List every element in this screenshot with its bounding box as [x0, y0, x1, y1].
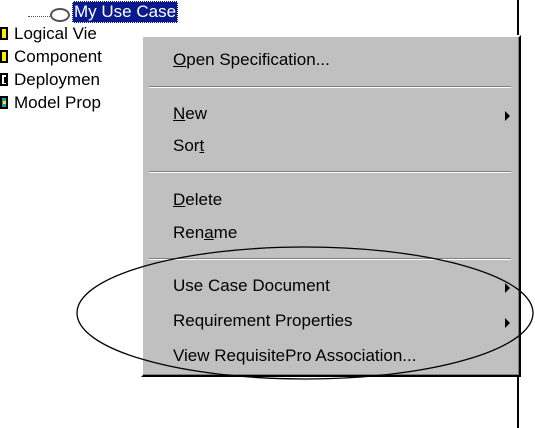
use-case-icon: [50, 8, 70, 22]
package-icon: [0, 50, 8, 63]
submenu-arrow-icon: [505, 111, 510, 121]
menu-item-label: View RequisitePro Association...: [173, 346, 417, 365]
tree-item-label: Logical Vie: [14, 24, 97, 43]
menu-item-label: Sor: [173, 136, 200, 155]
submenu-arrow-icon: [505, 283, 510, 293]
model-properties-icon: [0, 96, 8, 109]
menu-item-label: ew: [185, 104, 208, 123]
menu-item-label: Requirement Properties: [173, 311, 353, 330]
menu-separator: [149, 258, 511, 260]
menu-item-label: pen Specification...: [186, 50, 330, 69]
menu-item-new[interactable]: New: [173, 102, 207, 126]
menu-item-rename[interactable]: Rename: [173, 221, 237, 245]
menu-item-open-specification[interactable]: Open Specification...: [173, 48, 330, 72]
menu-separator: [149, 86, 511, 88]
tree-connector-line: [28, 16, 50, 17]
tree-item-label: Deploymen: [14, 70, 100, 89]
menu-item-label: Use Case Document: [173, 276, 330, 295]
tree-item-label: Component: [14, 47, 102, 66]
menu-item-use-case-document[interactable]: Use Case Document: [173, 274, 330, 298]
menu-item-view-requisitepro-association[interactable]: View RequisitePro Association...: [173, 344, 416, 368]
menu-item-mnemonic: N: [173, 104, 186, 123]
menu-separator: [149, 171, 511, 173]
submenu-arrow-icon: [505, 318, 510, 328]
menu-item-mnemonic: O: [173, 50, 187, 69]
context-menu: Open Specification... New Sort Delete Re…: [141, 35, 521, 377]
menu-item-label: me: [213, 223, 238, 242]
menu-item-requirement-properties[interactable]: Requirement Properties: [173, 309, 353, 333]
deployment-icon: [0, 73, 8, 86]
tree-item-my-use-case[interactable]: My Use Case: [72, 1, 179, 23]
menu-item-mnemonic: t: [199, 136, 205, 155]
menu-item-mnemonic: D: [173, 190, 186, 209]
package-icon: [0, 27, 8, 40]
tree-item-label: Model Prop: [14, 93, 101, 112]
menu-item-delete[interactable]: Delete: [173, 188, 222, 212]
menu-item-sort[interactable]: Sort: [173, 134, 204, 158]
menu-item-label: elete: [185, 190, 223, 209]
menu-item-label: Ren: [173, 223, 205, 242]
menu-item-mnemonic: a: [204, 223, 214, 242]
